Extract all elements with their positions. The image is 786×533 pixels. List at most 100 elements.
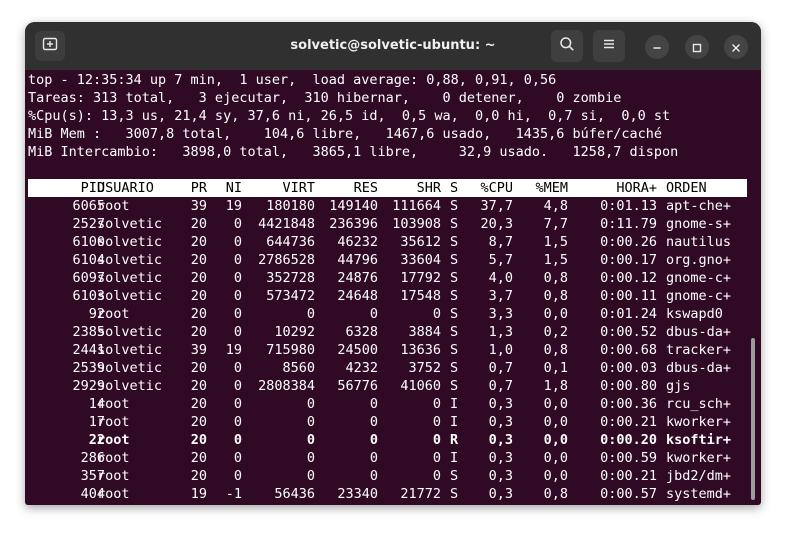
cell-mem: 0,8 <box>543 486 568 502</box>
cell-mem: 1,5 <box>543 234 568 250</box>
cell-pid: 6097 <box>72 270 105 286</box>
menu-button[interactable] <box>593 30 625 62</box>
cell-mem: 0,0 <box>543 306 568 322</box>
cell-cmd: dbus-da+ <box>666 360 732 376</box>
cell-cmd: org.gno+ <box>666 252 732 268</box>
cell-res: 4232 <box>345 360 378 376</box>
cell-user: root <box>97 198 130 214</box>
col-header-mem[interactable]: %MEM <box>520 179 568 197</box>
cell-virt: 56436 <box>274 486 315 502</box>
cell-shr: 21772 <box>400 486 441 502</box>
cell-pid: 92 <box>88 306 105 322</box>
cell-shr: 13636 <box>400 342 441 358</box>
cell-s: S <box>450 252 459 268</box>
scrollbar-thumb[interactable] <box>751 338 755 500</box>
cell-user: solvetic <box>97 342 163 358</box>
cell-res: 44796 <box>337 252 378 268</box>
cell-cpu: 1,0 <box>488 342 513 358</box>
cell-cmd: tracker+ <box>666 342 732 358</box>
cell-res: 24500 <box>337 342 378 358</box>
cell-ni: 0 <box>233 270 242 286</box>
cell-user: root <box>97 306 130 322</box>
cell-ni: 19 <box>225 342 242 358</box>
col-header-user[interactable]: USUARIO <box>97 179 187 197</box>
cell-cpu: 4,0 <box>488 270 513 286</box>
cell-virt: 0 <box>306 468 315 484</box>
col-header-virt[interactable]: VIRT <box>250 179 315 197</box>
cell-virt: 715980 <box>266 342 315 358</box>
cell-res: 0 <box>369 306 378 322</box>
cell-time: 0:00.68 <box>600 342 657 358</box>
col-header-shr[interactable]: SHR <box>375 179 441 197</box>
terminal-window: solvetic@solvetic-ubuntu: ~ top - 12:35:… <box>25 22 761 505</box>
cell-s: S <box>450 324 459 340</box>
cell-cmd: gnome-c+ <box>666 270 732 286</box>
close-icon <box>731 38 741 57</box>
col-header-pr[interactable]: PR <box>175 179 207 197</box>
cell-user: solvetic <box>97 216 163 232</box>
cell-mem: 4,8 <box>543 198 568 214</box>
cell-s: S <box>450 342 459 358</box>
cell-user: solvetic <box>97 360 163 376</box>
swap-summary-line: MiB Intercambio: 3898,0 total, 3865,1 li… <box>28 144 679 160</box>
cell-time: 0:00.57 <box>600 486 657 502</box>
cell-s: S <box>450 216 459 232</box>
col-header-time[interactable]: HORA+ <box>585 179 657 197</box>
cell-virt: 0 <box>306 306 315 322</box>
cell-virt: 0 <box>306 414 315 430</box>
cell-pid: 6103 <box>72 288 105 304</box>
cell-time: 0:00.21 <box>600 414 657 430</box>
title-bar[interactable]: solvetic@solvetic-ubuntu: ~ <box>25 22 761 70</box>
cell-pid: 357 <box>80 468 105 484</box>
col-header-ni[interactable]: NI <box>210 179 242 197</box>
cell-cpu: 3,3 <box>488 306 513 322</box>
col-header-state[interactable]: S <box>450 179 462 197</box>
cell-cpu: 0,3 <box>488 432 513 448</box>
cell-shr: 111664 <box>392 198 441 214</box>
cell-pid: 286 <box>80 450 105 466</box>
cell-res: 0 <box>369 414 378 430</box>
cell-virt: 4421848 <box>258 216 315 232</box>
minimize-icon <box>652 38 662 57</box>
terminal-output[interactable]: top - 12:35:34 up 7 min, 1 user, load av… <box>25 70 761 505</box>
cell-mem: 0,0 <box>543 414 568 430</box>
cell-cpu: 8,7 <box>488 234 513 250</box>
col-header-cpu[interactable]: %CPU <box>465 179 513 197</box>
cell-cmd: systemd+ <box>666 486 732 502</box>
cell-time: 0:00.11 <box>600 288 657 304</box>
maximize-button[interactable] <box>685 35 709 59</box>
cell-pr: 20 <box>190 414 207 430</box>
cell-cpu: 0,7 <box>488 360 513 376</box>
cell-cmd: apt-che+ <box>666 198 732 214</box>
col-header-res[interactable]: RES <box>315 179 378 197</box>
cell-s: I <box>450 450 459 466</box>
cell-pid: 2527 <box>72 216 105 232</box>
cell-shr: 17792 <box>400 270 441 286</box>
col-header-command[interactable]: ORDEN <box>666 179 746 197</box>
cell-time: 0:00.20 <box>600 432 657 448</box>
cell-cpu: 37,7 <box>480 198 513 214</box>
cell-pr: 20 <box>190 360 207 376</box>
minimize-button[interactable] <box>645 35 669 59</box>
cell-pr: 19 <box>190 486 207 502</box>
cell-ni: 19 <box>225 198 242 214</box>
cell-user: solvetic <box>97 270 163 286</box>
close-button[interactable] <box>724 35 748 59</box>
cell-shr: 35612 <box>400 234 441 250</box>
cell-pid: 22 <box>88 432 105 448</box>
search-button[interactable] <box>551 30 583 62</box>
cell-cmd: kswapd0 <box>666 306 723 322</box>
cell-cpu: 1,3 <box>488 324 513 340</box>
cell-shr: 41060 <box>400 378 441 394</box>
cell-pr: 39 <box>190 342 207 358</box>
col-header-pid[interactable]: PID <box>45 179 105 197</box>
cell-res: 0 <box>369 432 378 448</box>
cell-shr: 33604 <box>400 252 441 268</box>
cell-s: S <box>450 486 459 502</box>
cell-mem: 0,2 <box>543 324 568 340</box>
cell-ni: 0 <box>233 414 242 430</box>
cell-cpu: 0,7 <box>488 378 513 394</box>
cell-time: 0:00.21 <box>600 468 657 484</box>
cell-mem: 0,0 <box>543 468 568 484</box>
cell-pr: 39 <box>190 198 207 214</box>
